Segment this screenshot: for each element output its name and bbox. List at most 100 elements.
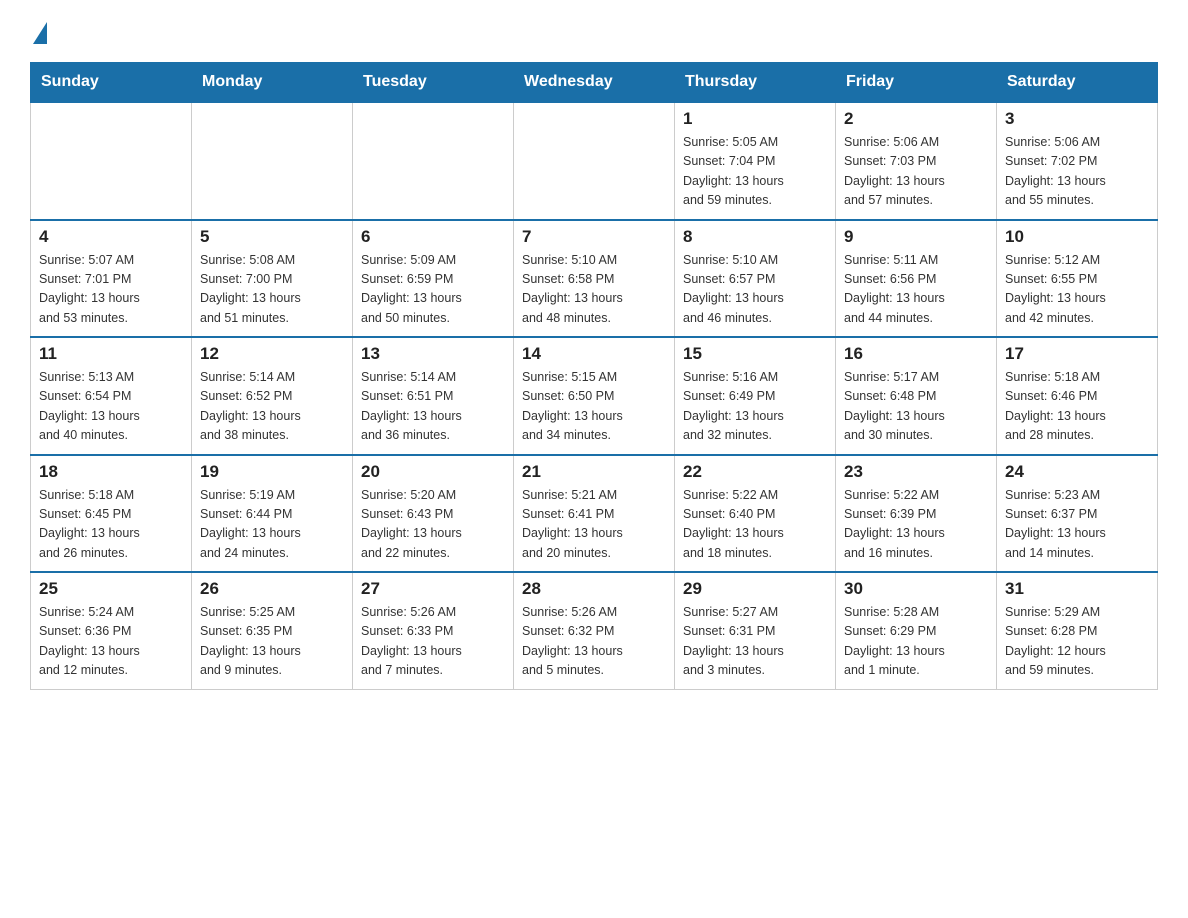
- col-header-sunday: Sunday: [31, 63, 192, 103]
- calendar-cell: 6 Sunrise: 5:09 AM Sunset: 6:59 PM Daylig…: [353, 220, 514, 338]
- col-header-saturday: Saturday: [997, 63, 1158, 103]
- day-number: 16: [844, 344, 988, 364]
- day-number: 19: [200, 462, 344, 482]
- calendar-week-3: 11Sunrise: 5:13 AM Sunset: 6:54 PM Dayli…: [31, 337, 1158, 455]
- calendar-cell: 12 Sunrise: 5:14 AM Sunset: 6:52 PM Dayli…: [192, 337, 353, 455]
- calendar-cell: 17 Sunrise: 5:18 AM Sunset: 6:46 PM Dayli…: [997, 337, 1158, 455]
- day-info: Sunrise: 5:22 AM Sunset: 6:39 PM Dayligh…: [844, 486, 988, 564]
- day-number: 31: [1005, 579, 1149, 599]
- calendar-cell: 9 Sunrise: 5:11 AM Sunset: 6:56 PM Daylig…: [836, 220, 997, 338]
- calendar-cell: 24 Sunrise: 5:23 AM Sunset: 6:37 PM Dayli…: [997, 455, 1158, 573]
- day-info: Sunrise: 5:10 AM Sunset: 6:58 PM Dayligh…: [522, 251, 666, 329]
- calendar-week-2: 4Sunrise: 5:07 AM Sunset: 7:01 PM Daylig…: [31, 220, 1158, 338]
- day-info: Sunrise: 5:23 AM Sunset: 6:37 PM Dayligh…: [1005, 486, 1149, 564]
- day-info: Sunrise: 5:14 AM Sunset: 6:51 PM Dayligh…: [361, 368, 505, 446]
- day-number: 6: [361, 227, 505, 247]
- calendar-week-5: 25Sunrise: 5:24 AM Sunset: 6:36 PM Dayli…: [31, 572, 1158, 689]
- calendar-cell: 22 Sunrise: 5:22 AM Sunset: 6:40 PM Dayli…: [675, 455, 836, 573]
- calendar-week-1: 1 Sunrise: 5:05 AM Sunset: 7:04 PM Daylig…: [31, 102, 1158, 220]
- day-number: 17: [1005, 344, 1149, 364]
- col-header-tuesday: Tuesday: [353, 63, 514, 103]
- calendar-cell: 2 Sunrise: 5:06 AM Sunset: 7:03 PM Daylig…: [836, 102, 997, 220]
- day-info: Sunrise: 5:21 AM Sunset: 6:41 PM Dayligh…: [522, 486, 666, 564]
- day-number: 3: [1005, 109, 1149, 129]
- day-number: 18: [39, 462, 183, 482]
- day-info: Sunrise: 5:22 AM Sunset: 6:40 PM Dayligh…: [683, 486, 827, 564]
- day-info: Sunrise: 5:19 AM Sunset: 6:44 PM Dayligh…: [200, 486, 344, 564]
- calendar-cell: 5 Sunrise: 5:08 AM Sunset: 7:00 PM Daylig…: [192, 220, 353, 338]
- day-info: Sunrise: 5:06 AM Sunset: 7:03 PM Dayligh…: [844, 133, 988, 211]
- day-info: Sunrise: 5:08 AM Sunset: 7:00 PM Dayligh…: [200, 251, 344, 329]
- calendar-cell: 25Sunrise: 5:24 AM Sunset: 6:36 PM Dayli…: [31, 572, 192, 689]
- day-number: 5: [200, 227, 344, 247]
- day-info: Sunrise: 5:18 AM Sunset: 6:46 PM Dayligh…: [1005, 368, 1149, 446]
- day-number: 21: [522, 462, 666, 482]
- calendar-cell: 31 Sunrise: 5:29 AM Sunset: 6:28 PM Dayli…: [997, 572, 1158, 689]
- day-info: Sunrise: 5:27 AM Sunset: 6:31 PM Dayligh…: [683, 603, 827, 681]
- day-info: Sunrise: 5:29 AM Sunset: 6:28 PM Dayligh…: [1005, 603, 1149, 681]
- calendar-week-4: 18 Sunrise: 5:18 AM Sunset: 6:45 PM Dayli…: [31, 455, 1158, 573]
- calendar-cell: 4Sunrise: 5:07 AM Sunset: 7:01 PM Daylig…: [31, 220, 192, 338]
- calendar-cell: [31, 102, 192, 220]
- day-info: Sunrise: 5:17 AM Sunset: 6:48 PM Dayligh…: [844, 368, 988, 446]
- logo: [30, 20, 47, 44]
- calendar-cell: 19 Sunrise: 5:19 AM Sunset: 6:44 PM Dayli…: [192, 455, 353, 573]
- day-number: 14: [522, 344, 666, 364]
- col-header-monday: Monday: [192, 63, 353, 103]
- calendar-cell: 15Sunrise: 5:16 AM Sunset: 6:49 PM Dayli…: [675, 337, 836, 455]
- calendar-cell: 13 Sunrise: 5:14 AM Sunset: 6:51 PM Dayli…: [353, 337, 514, 455]
- day-number: 4: [39, 227, 183, 247]
- calendar-cell: 20 Sunrise: 5:20 AM Sunset: 6:43 PM Dayli…: [353, 455, 514, 573]
- day-number: 8: [683, 227, 827, 247]
- day-number: 12: [200, 344, 344, 364]
- day-number: 7: [522, 227, 666, 247]
- day-number: 2: [844, 109, 988, 129]
- col-header-friday: Friday: [836, 63, 997, 103]
- calendar-cell: 10 Sunrise: 5:12 AM Sunset: 6:55 PM Dayli…: [997, 220, 1158, 338]
- calendar-cell: 29 Sunrise: 5:27 AM Sunset: 6:31 PM Dayli…: [675, 572, 836, 689]
- calendar-cell: 3 Sunrise: 5:06 AM Sunset: 7:02 PM Daylig…: [997, 102, 1158, 220]
- calendar-cell: 1 Sunrise: 5:05 AM Sunset: 7:04 PM Daylig…: [675, 102, 836, 220]
- calendar-cell: 23 Sunrise: 5:22 AM Sunset: 6:39 PM Dayli…: [836, 455, 997, 573]
- day-info: Sunrise: 5:20 AM Sunset: 6:43 PM Dayligh…: [361, 486, 505, 564]
- day-number: 1: [683, 109, 827, 129]
- day-info: Sunrise: 5:28 AM Sunset: 6:29 PM Dayligh…: [844, 603, 988, 681]
- day-info: Sunrise: 5:05 AM Sunset: 7:04 PM Dayligh…: [683, 133, 827, 211]
- day-info: Sunrise: 5:09 AM Sunset: 6:59 PM Dayligh…: [361, 251, 505, 329]
- day-number: 27: [361, 579, 505, 599]
- day-info: Sunrise: 5:11 AM Sunset: 6:56 PM Dayligh…: [844, 251, 988, 329]
- day-number: 9: [844, 227, 988, 247]
- day-info: Sunrise: 5:10 AM Sunset: 6:57 PM Dayligh…: [683, 251, 827, 329]
- calendar-cell: [192, 102, 353, 220]
- day-info: Sunrise: 5:16 AM Sunset: 6:49 PM Dayligh…: [683, 368, 827, 446]
- day-number: 10: [1005, 227, 1149, 247]
- calendar-cell: 7 Sunrise: 5:10 AM Sunset: 6:58 PM Daylig…: [514, 220, 675, 338]
- calendar-cell: 14 Sunrise: 5:15 AM Sunset: 6:50 PM Dayli…: [514, 337, 675, 455]
- day-info: Sunrise: 5:12 AM Sunset: 6:55 PM Dayligh…: [1005, 251, 1149, 329]
- calendar-table: SundayMondayTuesdayWednesdayThursdayFrid…: [30, 62, 1158, 690]
- day-number: 29: [683, 579, 827, 599]
- calendar-cell: 11Sunrise: 5:13 AM Sunset: 6:54 PM Dayli…: [31, 337, 192, 455]
- day-number: 22: [683, 462, 827, 482]
- logo-triangle-icon: [33, 22, 47, 44]
- day-info: Sunrise: 5:06 AM Sunset: 7:02 PM Dayligh…: [1005, 133, 1149, 211]
- calendar-cell: 26Sunrise: 5:25 AM Sunset: 6:35 PM Dayli…: [192, 572, 353, 689]
- day-number: 25: [39, 579, 183, 599]
- day-info: Sunrise: 5:15 AM Sunset: 6:50 PM Dayligh…: [522, 368, 666, 446]
- calendar-cell: 27 Sunrise: 5:26 AM Sunset: 6:33 PM Dayli…: [353, 572, 514, 689]
- day-number: 30: [844, 579, 988, 599]
- day-number: 13: [361, 344, 505, 364]
- day-number: 28: [522, 579, 666, 599]
- day-number: 24: [1005, 462, 1149, 482]
- page-header: [30, 20, 1158, 44]
- day-info: Sunrise: 5:26 AM Sunset: 6:33 PM Dayligh…: [361, 603, 505, 681]
- day-info: Sunrise: 5:25 AM Sunset: 6:35 PM Dayligh…: [200, 603, 344, 681]
- calendar-cell: [353, 102, 514, 220]
- day-info: Sunrise: 5:14 AM Sunset: 6:52 PM Dayligh…: [200, 368, 344, 446]
- day-number: 20: [361, 462, 505, 482]
- day-number: 23: [844, 462, 988, 482]
- calendar-header-row: SundayMondayTuesdayWednesdayThursdayFrid…: [31, 63, 1158, 103]
- day-info: Sunrise: 5:18 AM Sunset: 6:45 PM Dayligh…: [39, 486, 183, 564]
- calendar-cell: 21 Sunrise: 5:21 AM Sunset: 6:41 PM Dayli…: [514, 455, 675, 573]
- day-info: Sunrise: 5:13 AM Sunset: 6:54 PM Dayligh…: [39, 368, 183, 446]
